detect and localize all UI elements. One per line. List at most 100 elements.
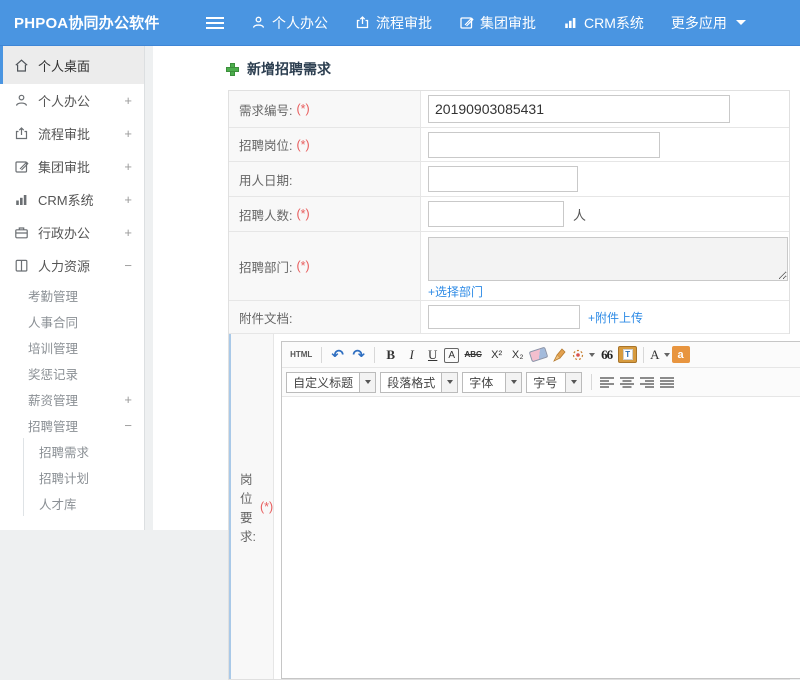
sidebar-item-label: 行政办公 [38, 226, 91, 241]
underline-button[interactable]: U [423, 345, 442, 365]
expand-toggle[interactable]: + [124, 225, 132, 240]
page-title: 新增招聘需求 [226, 59, 331, 79]
format-brush-button[interactable] [571, 345, 596, 365]
unit-suffix: 人 [573, 207, 587, 223]
background-color-button[interactable]: a [671, 346, 690, 363]
remove-format-eraser-icon [528, 346, 549, 363]
align-left-icon[interactable] [599, 376, 615, 389]
hr-submenu: 考勤管理 人事合同 培训管理 奖惩记录 薪资管理 + 招聘管理 − [0, 282, 144, 438]
demand-number-input[interactable] [428, 95, 730, 123]
expand-toggle[interactable]: + [124, 93, 132, 108]
align-right-icon[interactable] [639, 376, 655, 389]
expand-toggle[interactable]: + [124, 159, 132, 174]
expand-toggle[interactable]: + [124, 392, 132, 407]
format-brush-icon [573, 349, 584, 360]
sidebar-item-hr-contract[interactable]: 人事合同 [0, 308, 144, 334]
nav-crm-system[interactable]: CRM系统 [563, 13, 644, 33]
sidebar-item-group-approval[interactable]: 集团审批 + [0, 150, 144, 183]
hire-date-input[interactable] [428, 166, 578, 192]
nav-label: 更多应用 [670, 14, 727, 31]
headcount-input[interactable] [428, 201, 564, 227]
sidebar-item-label: CRM系统 [38, 193, 94, 208]
strikethrough-button[interactable]: ABC [461, 345, 485, 365]
align-center-icon[interactable] [619, 376, 635, 389]
sidebar-item-rewards[interactable]: 奖惩记录 [0, 360, 144, 386]
group-approval-icon [14, 159, 29, 174]
sidebar-item-recruit-management[interactable]: 招聘管理 − [0, 412, 144, 438]
font-color-button[interactable]: A [650, 345, 670, 365]
form-row-recruit-department: 招聘部门: (*) +选择部门 [229, 232, 789, 301]
html-source-button[interactable]: HTML [287, 345, 315, 365]
hamburger-menu-icon[interactable] [206, 16, 224, 29]
superscript-button[interactable]: X² [487, 345, 506, 365]
undo-button[interactable]: ↶ [328, 345, 347, 365]
attachment-upload-link[interactable]: +附件上传 [588, 309, 643, 326]
sidebar-item-personal-office[interactable]: 个人办公 + [0, 84, 144, 117]
collapse-toggle[interactable]: − [124, 418, 132, 433]
recruit-demand-form: 需求编号: (*) 招聘岗位: (*) 用人日期: [228, 90, 800, 680]
form-row-attachment: 附件文档: +附件上传 [229, 301, 789, 334]
sidebar-item-label: 个人办公 [38, 94, 91, 109]
quick-format-broom-icon [552, 347, 566, 362]
field-label: 岗位要求: [240, 472, 256, 544]
nav-group-approval[interactable]: 集团审批 [459, 13, 536, 33]
sidebar-item-flow-approval[interactable]: 流程审批 + [0, 117, 144, 150]
nav-label: CRM系统 [584, 14, 644, 31]
required-mark: (*) [296, 137, 310, 152]
custom-heading-select[interactable]: 自定义标题 [286, 371, 377, 393]
sidebar-item-admin-office[interactable]: 行政办公 + [0, 216, 144, 249]
expand-toggle[interactable]: + [124, 192, 132, 207]
nav-more-apps[interactable]: 更多应用 [671, 13, 746, 33]
toolbar-separator [643, 346, 645, 363]
remove-format-button[interactable] [528, 345, 549, 365]
sidebar-item-human-resources[interactable]: 人力资源 − [0, 249, 144, 282]
paragraph-format-select[interactable]: 段落格式 [380, 371, 459, 393]
subscript-button[interactable]: X₂ [508, 345, 527, 365]
form-row-hire-date: 用人日期: [229, 162, 789, 197]
recruit-position-input[interactable] [428, 131, 660, 158]
collapse-toggle[interactable]: − [124, 258, 132, 273]
sidebar-item-recruit-demand[interactable]: 招聘需求 [24, 438, 144, 464]
italic-button[interactable]: I [402, 345, 421, 365]
caret-down-icon [506, 371, 523, 393]
sidebar-item-crm-system[interactable]: CRM系统 + [0, 183, 144, 216]
sidebar-item-recruit-plan[interactable]: 招聘计划 [24, 464, 144, 490]
required-mark: (*) [296, 207, 310, 221]
paste-as-text-button[interactable]: T [618, 346, 638, 363]
sidebar-item-salary[interactable]: 薪资管理 + [0, 386, 144, 412]
form-row-demand-number: 需求编号: (*) [229, 91, 789, 128]
flow-approval-icon [355, 15, 370, 30]
sidebar-item-training[interactable]: 培训管理 [0, 334, 144, 360]
attachment-input[interactable] [428, 305, 580, 329]
field-label: 附件文档: [239, 311, 293, 326]
sidebar-item-label: 流程审批 [38, 127, 91, 142]
expand-toggle[interactable]: + [124, 126, 132, 141]
nav-flow-approval[interactable]: 流程审批 [355, 13, 432, 33]
toolbar-separator [321, 346, 323, 363]
blockquote-button[interactable]: 66 [597, 345, 616, 365]
quick-format-button[interactable] [550, 345, 569, 365]
top-nav: 个人办公 流程审批 集团审批 CRM系统 更多应用 [224, 13, 746, 33]
toolbar-separator [374, 346, 376, 363]
form-row-headcount: 招聘人数: (*) 人 [229, 197, 789, 232]
sidebar-item-attendance[interactable]: 考勤管理 [0, 282, 144, 308]
editor-content-area[interactable] [282, 397, 800, 678]
editor-toolbar-row2: 自定义标题 段落格式 字体 字号 [282, 368, 800, 397]
nav-personal-office[interactable]: 个人办公 [251, 13, 328, 33]
font-size-select[interactable]: 字号 [526, 371, 583, 393]
align-justify-icon[interactable] [659, 376, 675, 389]
choose-department-link[interactable]: +选择部门 [428, 283, 483, 300]
bold-button[interactable]: B [381, 345, 400, 365]
caret-down-icon [566, 371, 583, 393]
field-label: 招聘人数: [239, 208, 293, 223]
char-border-button[interactable]: A [444, 347, 460, 363]
font-family-select[interactable]: 字体 [462, 371, 523, 393]
sidebar-item-label: 个人桌面 [38, 58, 91, 74]
sidebar-item-talent-pool[interactable]: 人才库 [24, 490, 144, 516]
nav-label: 个人办公 [272, 14, 328, 31]
nav-label: 集团审批 [480, 14, 536, 31]
required-mark: (*) [259, 499, 274, 514]
sidebar-item-personal-desktop[interactable]: 个人桌面 [0, 46, 144, 84]
redo-button[interactable]: ↷ [349, 345, 368, 365]
recruit-department-textarea[interactable] [428, 237, 788, 281]
